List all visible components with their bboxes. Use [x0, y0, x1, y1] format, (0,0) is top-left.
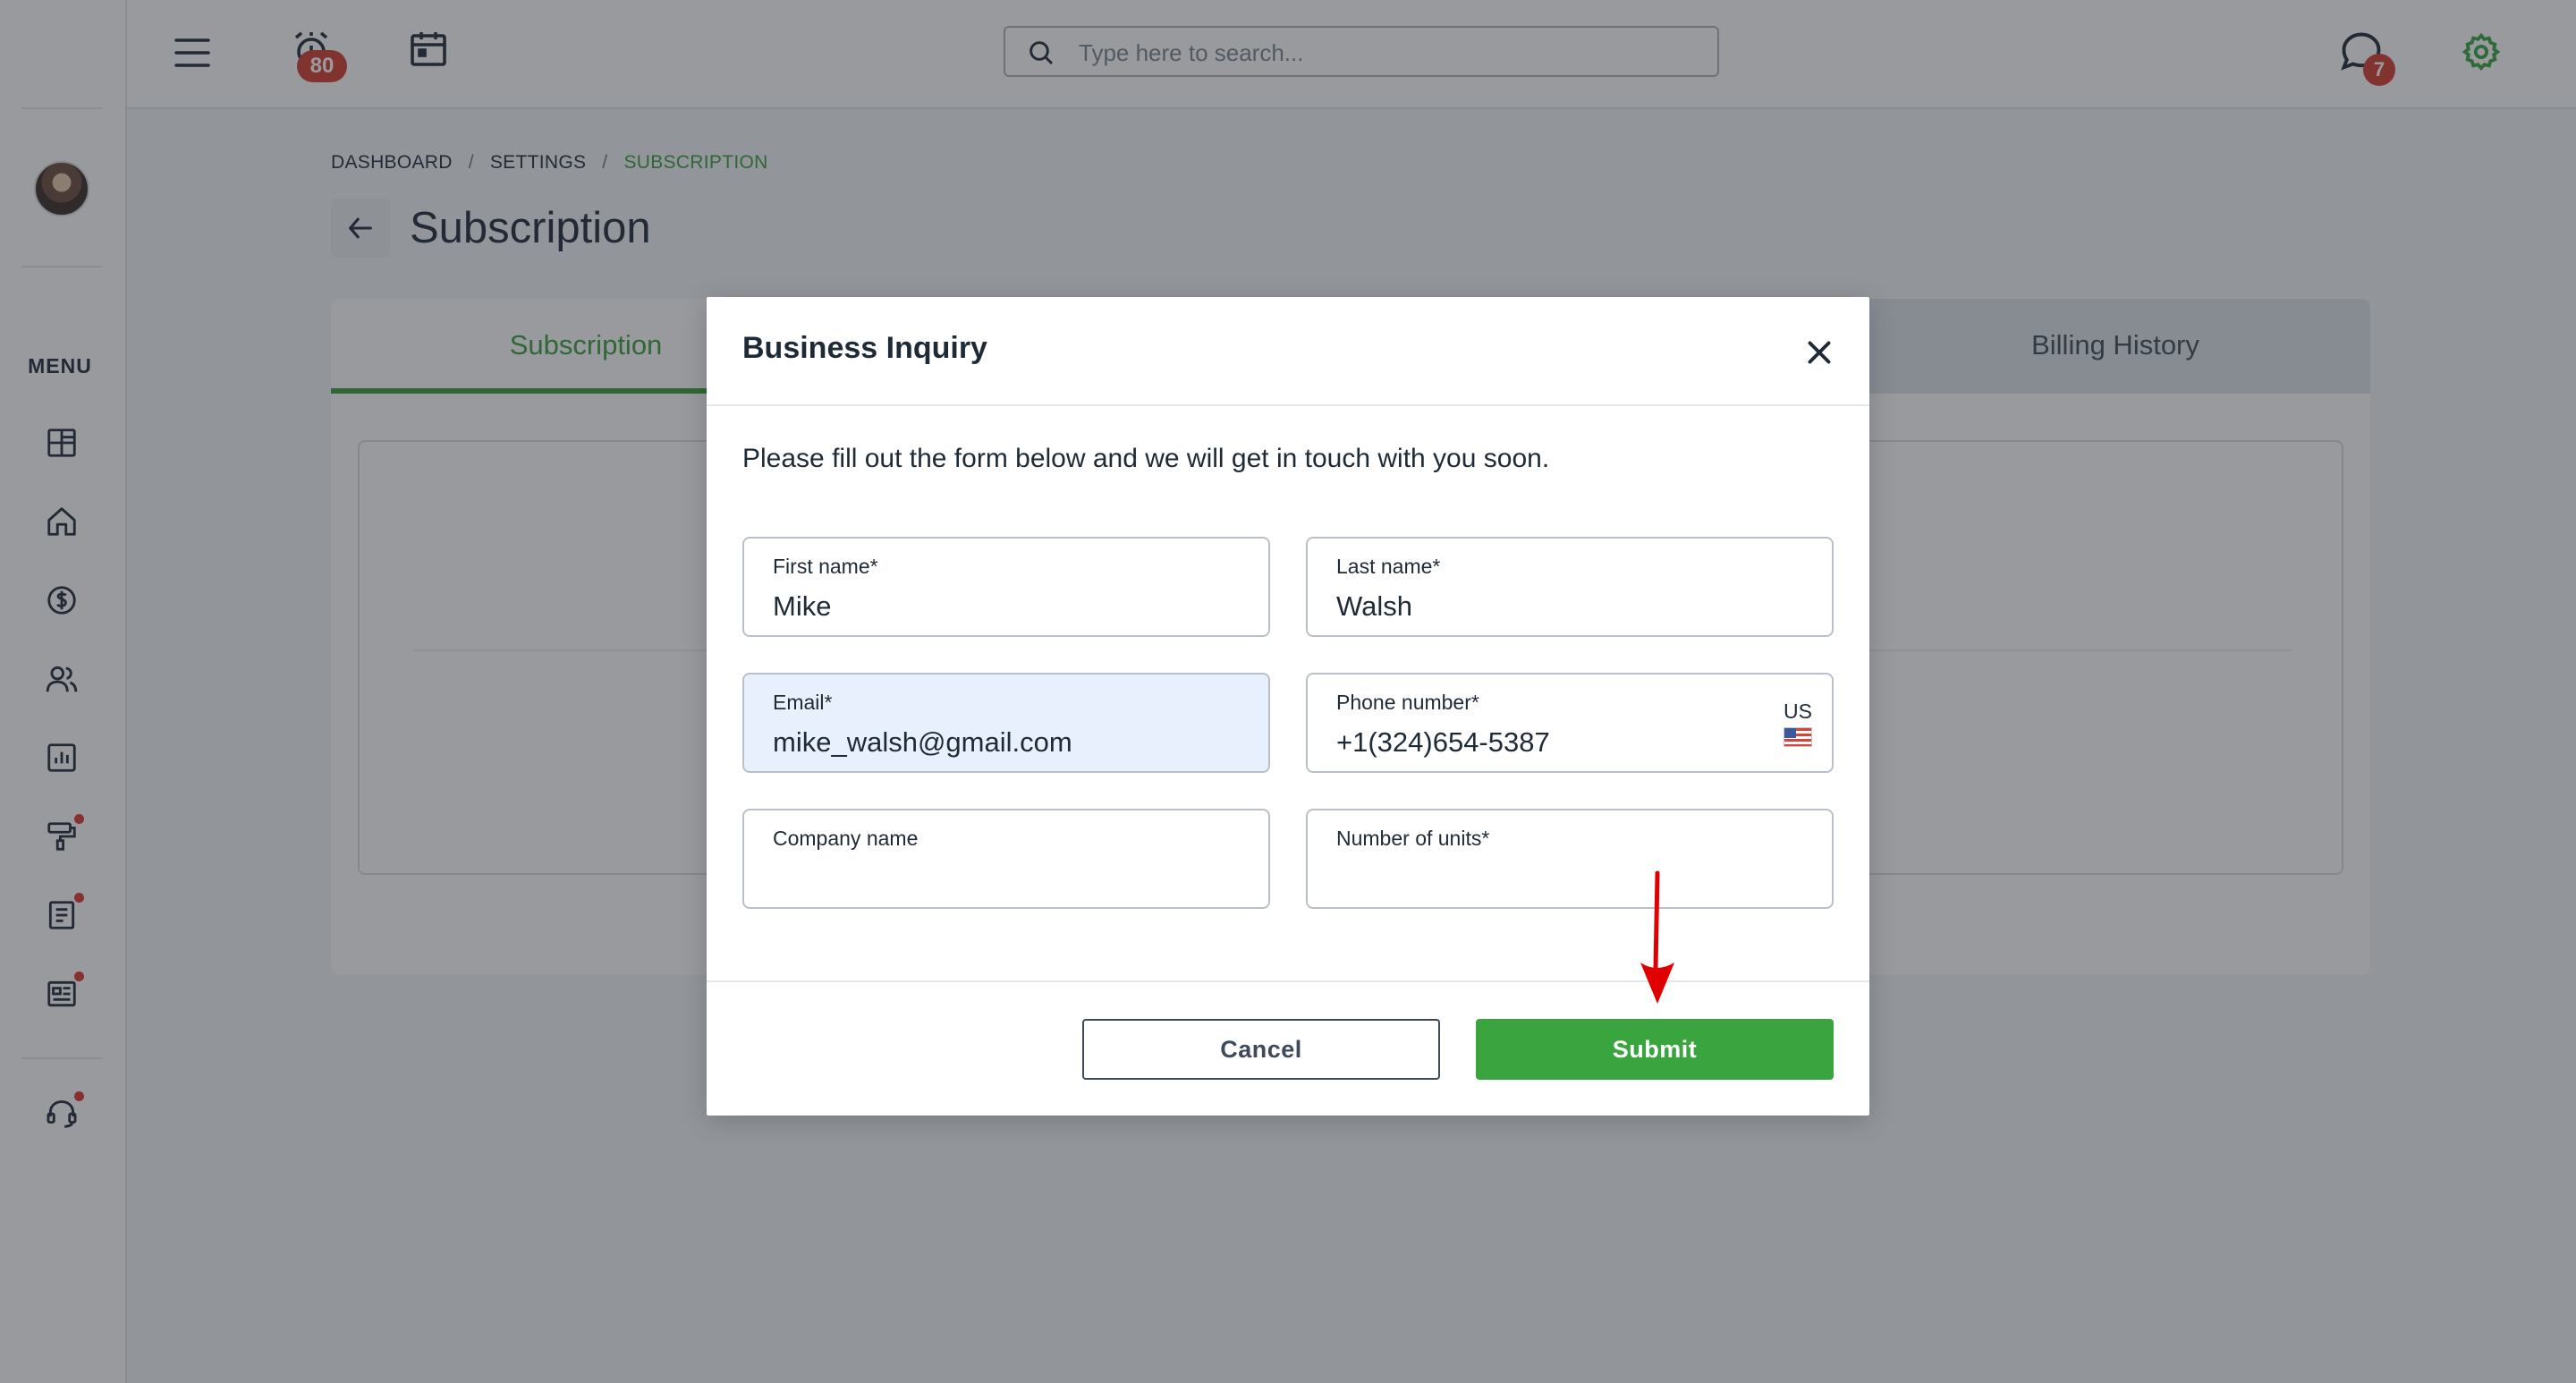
company-name-input[interactable] — [773, 862, 1220, 895]
app-root: MENU 80 Type here to search... 7 DASHBOA… — [0, 0, 2576, 1383]
email-label: Email* — [773, 691, 833, 714]
first-name-field[interactable]: First name* — [742, 537, 1270, 637]
business-inquiry-modal: Business Inquiry Please fill out the for… — [707, 297, 1869, 1116]
email-input[interactable] — [773, 726, 1220, 759]
first-name-input[interactable] — [773, 590, 1220, 623]
last-name-input[interactable] — [1336, 590, 1784, 623]
phone-input[interactable] — [1336, 726, 1730, 759]
number-of-units-label: Number of units* — [1336, 827, 1490, 850]
modal-header: Business Inquiry — [707, 297, 1869, 406]
phone-field[interactable]: Phone number* US — [1306, 673, 1834, 773]
modal-footer-divider — [707, 980, 1869, 982]
company-name-field[interactable]: Company name — [742, 809, 1270, 909]
email-field[interactable]: Email* — [742, 673, 1270, 773]
country-code: US — [1784, 700, 1812, 723]
number-of-units-input[interactable] — [1336, 862, 1784, 895]
country-selector[interactable]: US — [1784, 700, 1812, 747]
modal-title: Business Inquiry — [742, 331, 987, 365]
last-name-label: Last name* — [1336, 555, 1441, 578]
first-name-label: First name* — [773, 555, 878, 578]
close-button[interactable] — [1803, 336, 1835, 369]
phone-label: Phone number* — [1336, 691, 1479, 714]
last-name-field[interactable]: Last name* — [1306, 537, 1834, 637]
modal-description: Please fill out the form below and we wi… — [742, 444, 1550, 473]
annotation-arrow-icon — [1640, 870, 1674, 1004]
close-icon — [1808, 341, 1831, 364]
submit-button[interactable]: Submit — [1476, 1019, 1834, 1080]
number-of-units-field[interactable]: Number of units* — [1306, 809, 1834, 909]
cancel-button[interactable]: Cancel — [1082, 1019, 1440, 1080]
us-flag-icon — [1784, 727, 1812, 747]
company-name-label: Company name — [773, 827, 919, 850]
